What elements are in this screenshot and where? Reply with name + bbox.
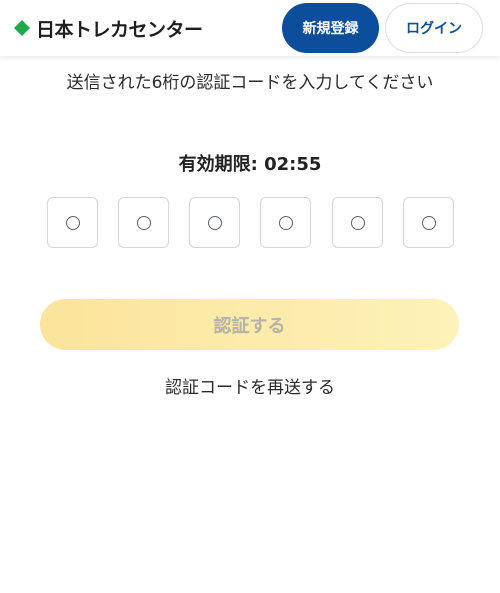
placeholder-circle-icon: [136, 215, 151, 230]
login-button[interactable]: ログイン: [385, 3, 483, 53]
verify-button[interactable]: 認証する: [40, 299, 459, 350]
logo-text: 日本トレカセンター: [36, 18, 203, 41]
placeholder-circle-icon: [278, 215, 293, 230]
resend-code-link[interactable]: 認証コードを再送する: [165, 378, 335, 398]
signup-button[interactable]: 新規登録: [282, 3, 379, 53]
placeholder-circle-icon: [350, 215, 365, 230]
placeholder-circle-icon: [421, 215, 436, 230]
placeholder-circle-icon: [65, 215, 80, 230]
code-digit-input-5[interactable]: [332, 197, 383, 248]
code-digit-input-6[interactable]: [403, 197, 454, 248]
resend-row: 認証コードを再送する: [0, 373, 500, 398]
site-header: 日本トレカセンター 新規登録 ログイン: [0, 0, 500, 56]
placeholder-circle-icon: [207, 215, 222, 230]
verification-code-inputs: [47, 197, 455, 248]
site-logo[interactable]: 日本トレカセンター: [14, 16, 203, 41]
code-digit-input-2[interactable]: [118, 197, 169, 248]
code-digit-input-1[interactable]: [47, 197, 98, 248]
instruction-text: 送信された6桁の認証コードを入力してください: [66, 73, 434, 93]
code-digit-input-4[interactable]: [260, 197, 311, 248]
code-digit-input-3[interactable]: [189, 197, 240, 248]
diamond-logo-icon: [14, 20, 30, 36]
expiry-timer: 有効期限: 02:55: [178, 154, 322, 175]
